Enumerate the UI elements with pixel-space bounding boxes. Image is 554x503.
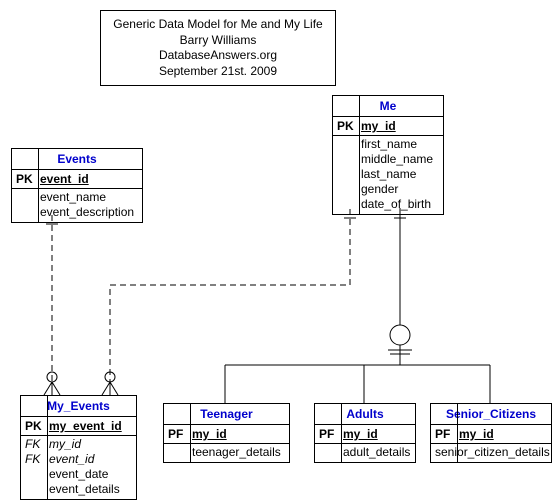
myevents-pk-key: PK xyxy=(25,419,49,434)
teenager-pf-key: PF xyxy=(168,427,192,442)
senior-pf-key: PF xyxy=(435,427,459,442)
me-attr: last_name xyxy=(361,167,439,182)
entity-events: Events PK event_id event_name event_desc… xyxy=(11,148,143,223)
senior-attr: senior_citizen_details xyxy=(435,445,550,460)
me-pk-attr: my_id xyxy=(361,119,439,134)
myevents-attr: event_details xyxy=(49,482,132,497)
entity-adults-header: Adults xyxy=(315,404,415,425)
entity-senior-header: Senior_Citizens xyxy=(431,404,551,425)
entity-senior: Senior_Citizens PF my_id senior_citizen_… xyxy=(430,403,552,463)
events-pk-attr: event_id xyxy=(40,172,138,187)
entity-me-header: Me xyxy=(333,96,443,117)
rel-events-myevents xyxy=(44,215,60,395)
myevents-attr: event_date xyxy=(49,467,132,482)
entity-teenager-header: Teenager xyxy=(164,404,289,425)
teenager-attr: teenager_details xyxy=(192,445,285,460)
myevents-fk1-key: FK xyxy=(25,437,49,452)
entity-events-header: Events xyxy=(12,149,142,170)
events-attr: event_name xyxy=(40,190,138,205)
entity-my-events: My_Events PK my_event_id FK my_id FK eve… xyxy=(20,395,137,500)
events-pk-key: PK xyxy=(16,172,40,187)
myevents-fk2-key: FK xyxy=(25,452,49,467)
rel-me-subtypes xyxy=(225,208,490,403)
me-attr: gender xyxy=(361,182,439,197)
title-box: Generic Data Model for Me and My Life Ba… xyxy=(100,10,336,86)
myevents-fk1-attr: my_id xyxy=(49,437,132,452)
title-line1: Generic Data Model for Me and My Life xyxy=(113,17,323,33)
title-line2: Barry Williams xyxy=(113,33,323,49)
adults-attr: adult_details xyxy=(343,445,411,460)
me-attr: middle_name xyxy=(361,152,439,167)
teenager-pf-attr: my_id xyxy=(192,427,285,442)
myevents-pk-attr: my_event_id xyxy=(49,419,132,434)
entity-teenager: Teenager PF my_id teenager_details xyxy=(163,403,290,463)
adults-pf-key: PF xyxy=(319,427,343,442)
myevents-fk2-attr: event_id xyxy=(49,452,132,467)
me-attr: first_name xyxy=(361,137,439,152)
entity-adults: Adults PF my_id adult_details xyxy=(314,403,416,463)
entity-my-events-header: My_Events xyxy=(21,396,136,417)
me-attr: date_of_birth xyxy=(361,197,439,212)
adults-pf-attr: my_id xyxy=(343,427,411,442)
entity-me: Me PK my_id first_name middle_name last_… xyxy=(332,95,444,215)
me-pk-key: PK xyxy=(337,119,361,134)
senior-pf-attr: my_id xyxy=(459,427,547,442)
rel-me-myevents xyxy=(102,208,356,395)
events-attr: event_description xyxy=(40,205,138,220)
title-line4: September 21st. 2009 xyxy=(113,64,323,80)
title-line3: DatabaseAnswers.org xyxy=(113,48,323,64)
